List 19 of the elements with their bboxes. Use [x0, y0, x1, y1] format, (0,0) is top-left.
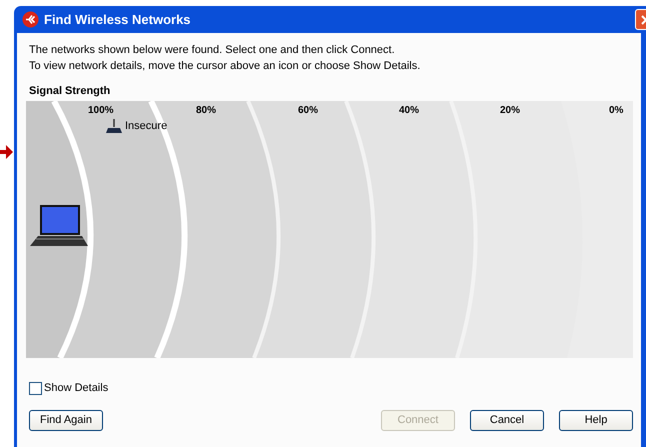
- checkbox-label: Show Details: [44, 381, 108, 396]
- signal-level-label: 100%: [88, 104, 114, 118]
- instruction-text: To view network details, move the cursor above an icon or choose Show Details.: [29, 59, 422, 73]
- signal-level-label: 80%: [196, 104, 216, 118]
- access-point-icon[interactable]: [106, 119, 122, 133]
- instruction-text: The networks shown below were found. Select one and then click Connect.: [29, 43, 396, 57]
- dialog-button[interactable]: Cancel: [470, 410, 544, 430]
- wireless-icon: [22, 11, 39, 28]
- signal-level-label: 40%: [399, 104, 420, 118]
- window-title: Find Wireless Networks: [44, 10, 191, 29]
- signal-level-label: 0%: [609, 104, 624, 118]
- show-details-checkbox[interactable]: [29, 382, 42, 395]
- signal-level-label: 20%: [500, 104, 520, 118]
- section-heading: Signal Strength: [28, 84, 112, 98]
- dialog-button[interactable]: Find Again: [29, 410, 103, 430]
- dialog-button[interactable]: Help: [559, 410, 633, 430]
- arrow-icon: [0, 145, 13, 159]
- signal-level-label: 60%: [298, 104, 318, 118]
- network-name[interactable]: Insecure: [125, 119, 168, 133]
